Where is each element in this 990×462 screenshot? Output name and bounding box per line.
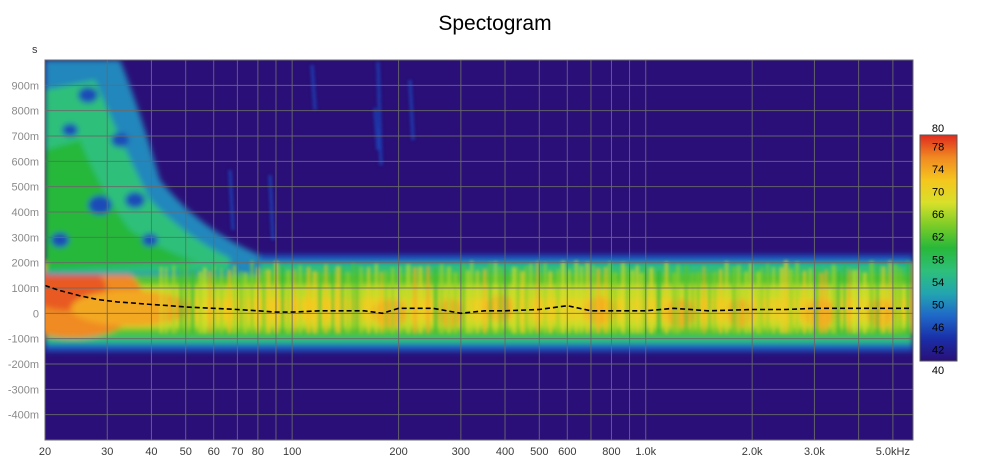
colorbar-label: 74 xyxy=(932,164,944,176)
x-tick-label: 40 xyxy=(145,446,157,458)
x-tick-label: 100 xyxy=(283,446,301,458)
y-axis-label: s xyxy=(32,44,38,56)
spectrogram-chart: Spectogram s 20 30 40 50 60 70 80 100 200 300 400 5… xyxy=(8,12,958,458)
colorbar-label: 50 xyxy=(932,300,944,312)
x-tick-label: 50 xyxy=(180,446,192,458)
x-tick-label: 60 xyxy=(208,446,220,458)
colorbar-label: 46 xyxy=(932,322,944,334)
y-tick-label: 800m xyxy=(11,106,39,118)
x-tick-label: 500 xyxy=(530,446,548,458)
x-tick-label: 3.0k xyxy=(804,446,825,458)
x-tick-label: 2.0k xyxy=(742,446,763,458)
colorbar-label: 62 xyxy=(932,232,944,244)
y-tick-label: 500m xyxy=(11,182,39,194)
colorbar-label: 80 xyxy=(932,123,944,135)
x-tick-label: 200 xyxy=(389,446,407,458)
y-tick-label: 200m xyxy=(11,258,39,270)
y-tick-label: 400m xyxy=(11,207,39,219)
y-tick-label: 900m xyxy=(11,80,39,92)
y-tick-label: -300m xyxy=(8,384,39,396)
colorbar-label: 66 xyxy=(932,209,944,221)
x-tick-label: 600 xyxy=(558,446,576,458)
y-tick-label: 100m xyxy=(11,283,39,295)
y-tick-label: 300m xyxy=(11,232,39,244)
x-tick-label: 800 xyxy=(602,446,620,458)
y-axis-ticks: 900m 800m 700m 600m 500m 400m 300m 200m 100m 0 -10… xyxy=(8,80,39,421)
x-tick-label: 400 xyxy=(496,446,514,458)
x-axis-ticks: 20 30 40 50 60 70 80 100 200 300 400 500 600 800 1.0k 2… xyxy=(39,446,910,458)
x-tick-label: 5.0kHz xyxy=(876,446,910,458)
y-tick-label: -200m xyxy=(8,359,39,371)
y-tick-label: -100m xyxy=(8,334,39,346)
x-tick-label: 80 xyxy=(252,446,264,458)
y-tick-label: 0 xyxy=(33,308,39,320)
colorbar-label: 54 xyxy=(932,277,944,289)
y-tick-label: 600m xyxy=(11,156,39,168)
y-tick-label: -400m xyxy=(8,410,39,422)
x-tick-label: 30 xyxy=(101,446,113,458)
colorbar-label: 40 xyxy=(932,365,944,377)
x-tick-label: 1.0k xyxy=(635,446,656,458)
colorbar-label: 58 xyxy=(932,254,944,266)
colorbar-label: 42 xyxy=(932,345,944,357)
colorbar-label: 78 xyxy=(932,141,944,153)
x-tick-label: 20 xyxy=(39,446,51,458)
chart-title: Spectogram xyxy=(438,12,551,35)
y-tick-label: 700m xyxy=(11,131,39,143)
x-tick-label: 70 xyxy=(231,446,243,458)
colorbar-label: 70 xyxy=(932,187,944,199)
x-tick-label: 300 xyxy=(452,446,470,458)
